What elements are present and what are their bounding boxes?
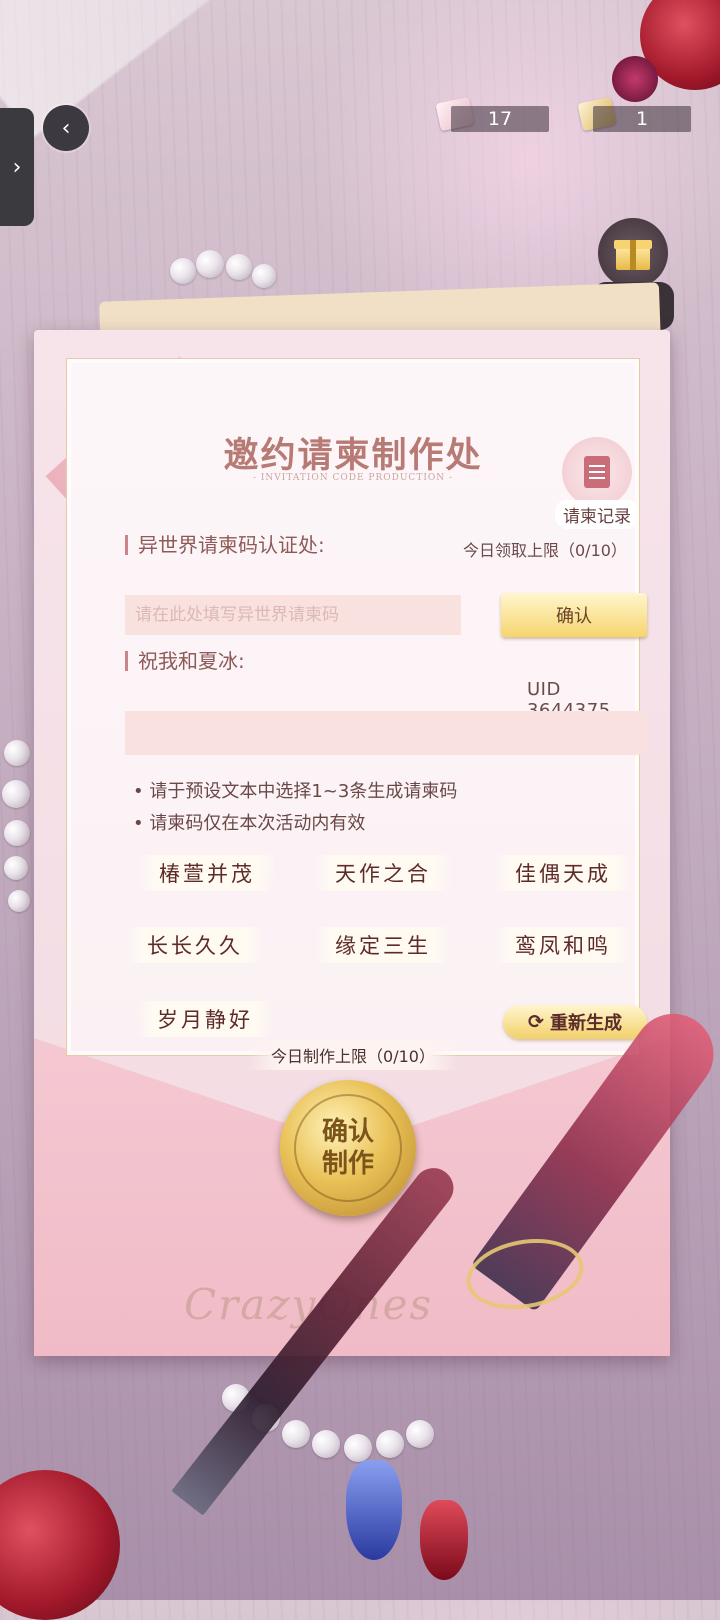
note-text: • 请于预设文本中选择1~3条生成请柬码 [133, 781, 458, 802]
claim-limit-text: 今日领取上限（0/10） [463, 541, 627, 560]
pearl [4, 740, 30, 766]
regenerate-label: 重新生成 [549, 1013, 622, 1034]
refresh-icon: ⟳ [528, 1011, 544, 1033]
pearl [406, 1420, 434, 1448]
confirm-label: 确认 [556, 606, 592, 627]
phrase-option[interactable]: 缘定三生 [315, 927, 451, 963]
invitation-record-button[interactable]: 请柬记录 [555, 437, 639, 529]
invitation-form: 邀约请柬制作处 - INVITATION CODE PRODUCTION - 请… [66, 358, 647, 1056]
pearl [312, 1430, 340, 1458]
currency-gold-letter-count: 1 [593, 106, 691, 132]
rose-decoration [612, 56, 658, 102]
seal-label: 确认 制作 [294, 1094, 402, 1202]
seal-text-line1: 确认 [321, 1117, 374, 1147]
phrase-option[interactable]: 佳偶天成 [495, 855, 631, 891]
pearl [2, 780, 30, 808]
red-gem [420, 1500, 468, 1580]
seal-text-line2: 制作 [321, 1149, 374, 1179]
phrase-option[interactable]: 长长久久 [127, 927, 263, 963]
make-limit-label: 今日制作上限（0/10） [271, 1047, 435, 1066]
phrase-option[interactable]: 椿萱并茂 [139, 855, 275, 891]
pearl [4, 856, 28, 880]
back-arrow-icon: ‹ [61, 115, 71, 141]
pearl [4, 820, 30, 846]
page-title: 邀约请柬制作处 [223, 435, 483, 476]
confirm-button[interactable]: 确认 [501, 593, 647, 637]
phrase-option[interactable]: 鸾凤和鸣 [495, 927, 631, 963]
confirm-make-seal-button[interactable]: 确认 制作 [280, 1080, 416, 1216]
pearl [226, 254, 252, 280]
pearl [8, 890, 30, 912]
phrase-option[interactable]: 天作之合 [315, 855, 451, 891]
wish-message-field[interactable] [125, 711, 647, 755]
side-menu-tab[interactable]: › [0, 108, 34, 226]
note-text: • 请柬码仅在本次活动内有效 [133, 813, 366, 834]
make-limit-text: 今日制作上限（0/10） [248, 1040, 458, 1070]
pearl [252, 264, 276, 288]
rose-decoration [0, 1470, 120, 1620]
regenerate-button[interactable]: ⟳ 重新生成 [503, 1005, 647, 1039]
invitation-code-input[interactable] [125, 595, 461, 635]
page-subtitle: - INVITATION CODE PRODUCTION - [252, 473, 454, 483]
record-label: 请柬记录 [555, 500, 639, 529]
phrase-option[interactable]: 岁月静好 [137, 1001, 273, 1037]
wish-section-label: 祝我和夏冰: [125, 651, 245, 671]
document-icon [584, 456, 610, 488]
gift-icon [614, 236, 652, 270]
currency-value: 17 [487, 108, 513, 130]
pearl [282, 1420, 310, 1448]
currency-value: 1 [635, 108, 649, 130]
chevron-right-icon: › [12, 154, 22, 180]
back-button[interactable]: ‹ [43, 105, 89, 151]
pearl [196, 250, 224, 278]
code-section-label: 异世界请柬码认证处: [125, 535, 325, 555]
pearl [344, 1434, 372, 1462]
reward-badge [598, 218, 668, 288]
record-badge [562, 437, 632, 507]
currency-invitation-count: 17 [451, 106, 549, 132]
pearl [170, 258, 196, 284]
blue-gem [346, 1460, 402, 1560]
pearl [376, 1430, 404, 1458]
